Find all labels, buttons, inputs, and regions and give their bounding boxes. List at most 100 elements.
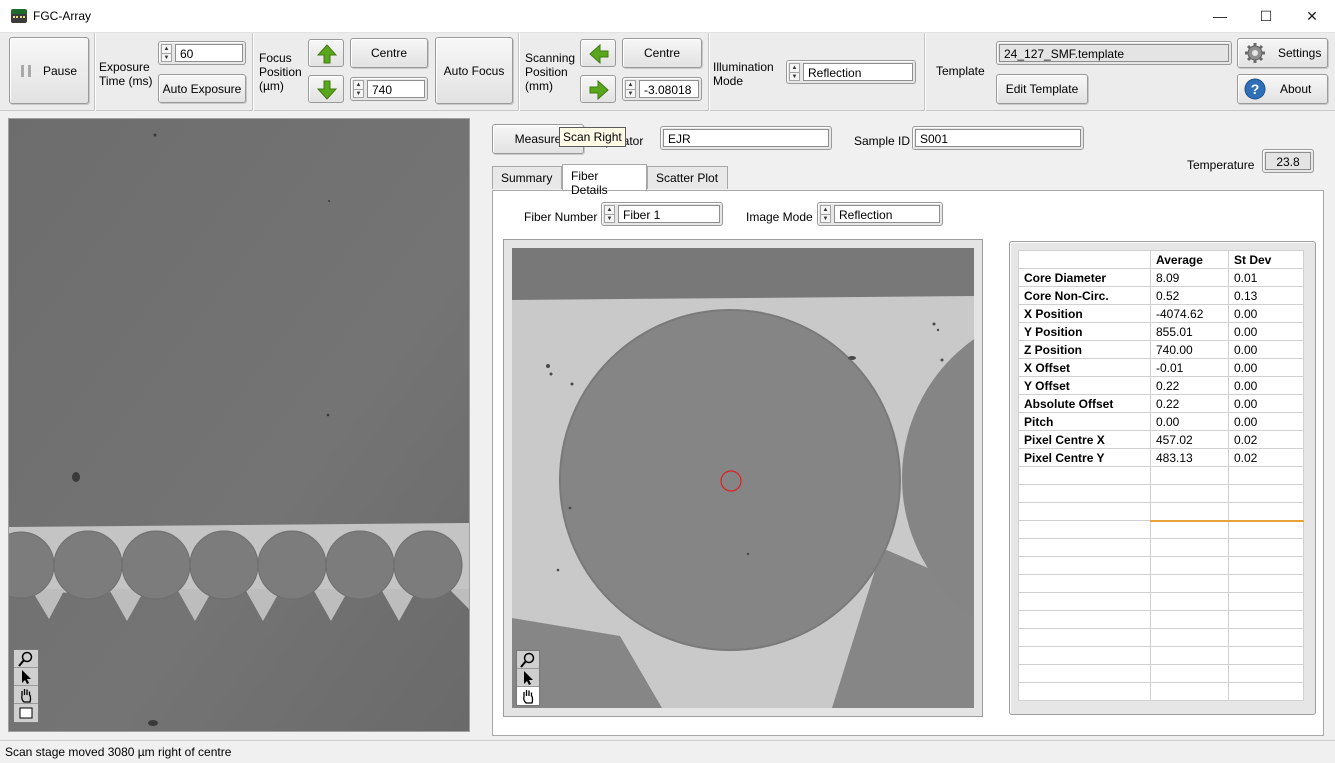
stdev-cell: 0.00 [1228, 304, 1304, 323]
pan-hand-icon[interactable] [14, 686, 38, 704]
table-row: Pixel Centre Y 483.13 0.02 [1018, 448, 1304, 467]
focus-centre-button[interactable]: Centre [350, 38, 428, 68]
scan-right-tooltip: Scan Right [559, 127, 626, 147]
fiber-number-value[interactable]: Fiber 1 [618, 205, 720, 223]
zoom-icon[interactable] [14, 650, 38, 668]
tab-summary[interactable]: Summary [492, 166, 562, 189]
exposure-time-input[interactable]: ▲ ▼ 60 [158, 41, 246, 65]
focus-position-input[interactable]: ▲ ▼ 740 [350, 77, 428, 101]
image-mode-label: Image Mode [746, 210, 813, 224]
operator-field[interactable]: EJR [660, 126, 832, 150]
arrow-down-icon [317, 80, 337, 100]
separator [924, 33, 925, 111]
table-row [1018, 682, 1304, 701]
focus-down-button[interactable] [308, 75, 344, 103]
pointer-icon[interactable] [14, 668, 38, 686]
settings-button[interactable]: Settings [1237, 38, 1328, 68]
average-cell: 8.09 [1150, 268, 1229, 287]
sample-id-value[interactable]: S001 [915, 129, 1081, 147]
minimize-button[interactable]: — [1197, 0, 1243, 32]
svg-text:?: ? [1251, 81, 1260, 97]
average-cell: 740.00 [1150, 340, 1229, 359]
fiber-array-overview [0, 119, 469, 731]
focus-spinner[interactable]: ▲ ▼ [353, 80, 364, 98]
focus-value[interactable]: 740 [367, 80, 425, 98]
empty-cell [1228, 556, 1304, 575]
image-mode-select[interactable]: ▲ ▼ Reflection [817, 202, 943, 226]
average-cell: 855.01 [1150, 322, 1229, 341]
close-button[interactable]: ✕ [1289, 0, 1335, 32]
empty-cell [1228, 610, 1304, 629]
empty-cell [1228, 646, 1304, 665]
template-field: 24_127_SMF.template [996, 41, 1232, 65]
auto-exposure-button[interactable]: Auto Exposure [158, 74, 246, 103]
empty-cell [1228, 682, 1304, 701]
zoom-icon[interactable] [517, 651, 539, 669]
scan-centre-button[interactable]: Centre [622, 38, 702, 68]
illumination-mode-select[interactable]: ▲ ▼ Reflection [786, 60, 916, 84]
average-cell: 0.22 [1150, 394, 1229, 413]
exposure-spinner[interactable]: ▲ ▼ [161, 44, 172, 62]
tab-scatter-plot[interactable]: Scatter Plot [647, 166, 728, 189]
average-cell: 483.13 [1150, 448, 1229, 467]
pointer-icon[interactable] [517, 669, 539, 687]
illumination-value[interactable]: Reflection [803, 63, 913, 81]
about-button[interactable]: ? About [1237, 74, 1328, 104]
table-row [1018, 628, 1304, 647]
template-label: Template [936, 64, 985, 78]
pause-button[interactable]: Pause [9, 37, 89, 104]
row-label: Z Position [1018, 340, 1151, 359]
scan-position-input[interactable]: ▲ ▼ -3.08018 [622, 77, 702, 101]
empty-cell [1150, 646, 1229, 665]
fiber-number-spinner[interactable]: ▲ ▼ [604, 205, 615, 223]
row-label: Pitch [1018, 412, 1151, 431]
fiber-number-select[interactable]: ▲ ▼ Fiber 1 [601, 202, 723, 226]
select-box-icon[interactable] [14, 704, 38, 722]
table-row [1018, 646, 1304, 665]
pan-hand-icon[interactable] [517, 687, 539, 705]
focus-up-button[interactable] [308, 39, 344, 67]
fiber-closeup-image[interactable] [512, 248, 974, 708]
empty-cell [1018, 520, 1151, 539]
maximize-button[interactable]: ☐ [1243, 0, 1289, 32]
operator-value[interactable]: EJR [663, 129, 829, 147]
scan-spinner[interactable]: ▲ ▼ [625, 80, 636, 98]
empty-cell [1150, 556, 1229, 575]
empty-cell [1018, 502, 1151, 521]
auto-focus-button[interactable]: Auto Focus [435, 37, 513, 104]
title-bar: FGC-Array — ☐ ✕ [0, 0, 1335, 33]
table-row [1018, 519, 1304, 539]
table-row [1018, 610, 1304, 629]
image-mode-value[interactable]: Reflection [834, 205, 940, 223]
row-label: Y Offset [1018, 376, 1151, 395]
stdev-cell: 0.00 [1228, 322, 1304, 341]
arrow-up-icon [317, 44, 337, 64]
exposure-value[interactable]: 60 [175, 44, 243, 62]
sample-id-field[interactable]: S001 [912, 126, 1084, 150]
scan-value[interactable]: -3.08018 [639, 80, 699, 98]
scan-left-button[interactable] [580, 39, 616, 67]
scanning-position-label: Scanning Position (mm) [525, 51, 576, 93]
arrow-left-icon [589, 44, 609, 64]
about-label: About [1280, 82, 1312, 96]
tab-fiber-details[interactable]: Fiber Details [562, 164, 647, 197]
table-row [1018, 592, 1304, 611]
table-row: Absolute Offset 0.22 0.00 [1018, 394, 1304, 413]
fiber-image-frame [503, 239, 983, 717]
row-label: Y Position [1018, 322, 1151, 341]
camera-overview-image[interactable] [0, 118, 470, 732]
table-row [1018, 466, 1304, 485]
scan-right-button[interactable] [580, 75, 616, 103]
sample-id-label: Sample ID [854, 134, 911, 148]
empty-cell [1228, 466, 1304, 485]
image-mode-spinner[interactable]: ▲ ▼ [820, 205, 831, 223]
measurement-area: Measure Operator EJR Sample ID S001 Temp… [478, 116, 1328, 738]
illumination-spinner[interactable]: ▲ ▼ [789, 63, 800, 81]
row-label: Core Non-Circ. [1018, 286, 1151, 305]
stdev-cell: 0.01 [1228, 268, 1304, 287]
table-row: Pixel Centre X 457.02 0.02 [1018, 430, 1304, 449]
help-icon: ? [1244, 78, 1266, 100]
average-cell: 0.22 [1150, 376, 1229, 395]
statistics-table: Average St Dev Core Diameter 8.09 0.01 Core… [1018, 250, 1304, 701]
edit-template-button[interactable]: Edit Template [996, 74, 1088, 104]
